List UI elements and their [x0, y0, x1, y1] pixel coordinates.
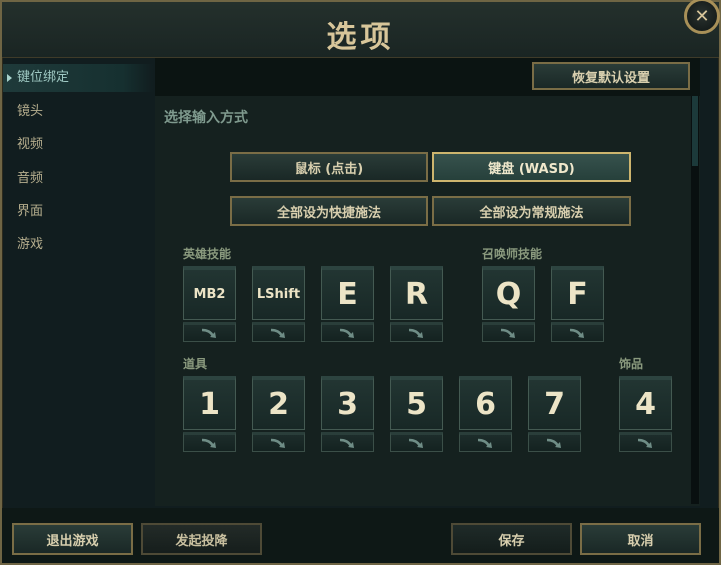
- sidebar: 键位绑定 镜头 视频 音频 界面 游戏: [3, 58, 153, 508]
- keybind-key[interactable]: 5: [390, 376, 443, 430]
- quick-cast-toggle[interactable]: [252, 432, 305, 452]
- sidebar-item-audio[interactable]: 音频: [3, 165, 153, 193]
- keybind-key[interactable]: 1: [183, 376, 236, 430]
- quick-cast-toggle[interactable]: [459, 432, 512, 452]
- summoner-spells-label: 召唤师技能: [482, 247, 543, 261]
- quick-cast-toggle[interactable]: [183, 432, 236, 452]
- summoner-key-slot[interactable]: F: [551, 266, 604, 342]
- sidebar-item-label: 键位绑定: [17, 70, 70, 85]
- sidebar-item-label: 界面: [17, 204, 44, 219]
- sidebar-item-label: 镜头: [17, 104, 44, 119]
- keybind-key[interactable]: F: [551, 266, 604, 320]
- quick-cast-toggle[interactable]: [252, 322, 305, 342]
- cancel-button[interactable]: 取消: [580, 523, 701, 555]
- curved-arrow-icon: [500, 328, 515, 338]
- set-all-normal-cast-button[interactable]: 全部设为常规施法: [432, 196, 631, 226]
- curved-arrow-icon: [339, 438, 354, 448]
- sidebar-item-label: 游戏: [17, 237, 44, 252]
- keybind-key[interactable]: 4: [619, 376, 672, 430]
- mouse-mode-label: 鼠标 (点击): [294, 161, 364, 177]
- save-button[interactable]: 保存: [451, 523, 572, 555]
- sidebar-item-keybindings[interactable]: 键位绑定: [3, 64, 153, 92]
- sidebar-item-label: 音频: [17, 171, 44, 186]
- sidebar-item-camera[interactable]: 镜头: [3, 98, 153, 126]
- scrollbar-thumb[interactable]: [692, 96, 698, 166]
- item-key-slot[interactable]: 3: [321, 376, 374, 452]
- exit-game-button[interactable]: 退出游戏: [12, 523, 133, 555]
- quick-cast-toggle[interactable]: [321, 322, 374, 342]
- keybind-key[interactable]: LShift: [252, 266, 305, 320]
- curved-arrow-icon: [546, 438, 561, 448]
- restore-defaults-label: 恢复默认设置: [571, 70, 650, 86]
- cancel-label: 取消: [627, 533, 654, 549]
- keybind-key[interactable]: 6: [459, 376, 512, 430]
- close-icon: ✕: [694, 5, 710, 27]
- ability-key-slot[interactable]: E: [321, 266, 374, 342]
- curved-arrow-icon: [201, 328, 216, 338]
- set-all-quick-cast-button[interactable]: 全部设为快捷施法: [230, 196, 428, 226]
- quick-cast-toggle[interactable]: [551, 322, 604, 342]
- curved-arrow-icon: [270, 328, 285, 338]
- item-key-slot[interactable]: 7: [528, 376, 581, 452]
- input-method-title: 选择输入方式: [164, 110, 248, 126]
- quick-cast-toggle[interactable]: [390, 432, 443, 452]
- item-key-slot[interactable]: 5: [390, 376, 443, 452]
- keybind-key[interactable]: E: [321, 266, 374, 320]
- quick-cast-toggle[interactable]: [183, 322, 236, 342]
- surrender-label: 发起投降: [175, 533, 228, 549]
- surrender-button[interactable]: 发起投降: [141, 523, 262, 555]
- curved-arrow-icon: [569, 328, 584, 338]
- restore-defaults-button[interactable]: 恢复默认设置: [532, 62, 690, 90]
- trinket-label: 饰品: [619, 357, 644, 371]
- curved-arrow-icon: [637, 438, 652, 448]
- normal-cast-label: 全部设为常规施法: [479, 205, 584, 221]
- keybind-key[interactable]: 3: [321, 376, 374, 430]
- mouse-click-mode-button[interactable]: 鼠标 (点击): [230, 152, 428, 182]
- curved-arrow-icon: [477, 438, 492, 448]
- save-label: 保存: [498, 533, 525, 549]
- keyboard-wasd-mode-button[interactable]: 键盘 (WASD): [432, 152, 631, 182]
- curved-arrow-icon: [408, 328, 423, 338]
- curved-arrow-icon: [201, 438, 216, 448]
- keybind-key[interactable]: R: [390, 266, 443, 320]
- keybind-key[interactable]: MB2: [183, 266, 236, 320]
- ability-key-slot[interactable]: R: [390, 266, 443, 342]
- quick-cast-toggle[interactable]: [390, 322, 443, 342]
- quick-cast-toggle[interactable]: [619, 432, 672, 452]
- item-key-slot[interactable]: 6: [459, 376, 512, 452]
- keybind-key[interactable]: Q: [482, 266, 535, 320]
- keyboard-mode-label: 键盘 (WASD): [488, 161, 575, 177]
- exit-game-label: 退出游戏: [46, 533, 99, 549]
- keybind-key[interactable]: 7: [528, 376, 581, 430]
- quick-cast-toggle[interactable]: [321, 432, 374, 452]
- caret-right-icon: [7, 74, 12, 82]
- sidebar-item-game[interactable]: 游戏: [3, 231, 153, 259]
- keybind-key[interactable]: 2: [252, 376, 305, 430]
- curved-arrow-icon: [339, 328, 354, 338]
- item-key-slot[interactable]: 1: [183, 376, 236, 452]
- window-title: 选项: [326, 20, 395, 55]
- item-key-slot[interactable]: 2: [252, 376, 305, 452]
- sidebar-item-video[interactable]: 视频: [3, 131, 153, 159]
- ability-key-slot[interactable]: LShift: [252, 266, 305, 342]
- items-label: 道具: [183, 357, 208, 371]
- sidebar-item-interface[interactable]: 界面: [3, 198, 153, 226]
- trinket-key-slot[interactable]: 4: [619, 376, 672, 452]
- summoner-key-slot[interactable]: Q: [482, 266, 535, 342]
- champion-abilities-label: 英雄技能: [183, 247, 232, 261]
- curved-arrow-icon: [408, 438, 423, 448]
- quick-cast-toggle[interactable]: [528, 432, 581, 452]
- ability-key-slot[interactable]: MB2: [183, 266, 236, 342]
- curved-arrow-icon: [270, 438, 285, 448]
- quick-cast-label: 全部设为快捷施法: [276, 205, 381, 221]
- quick-cast-toggle[interactable]: [482, 322, 535, 342]
- sidebar-item-label: 视频: [17, 137, 44, 152]
